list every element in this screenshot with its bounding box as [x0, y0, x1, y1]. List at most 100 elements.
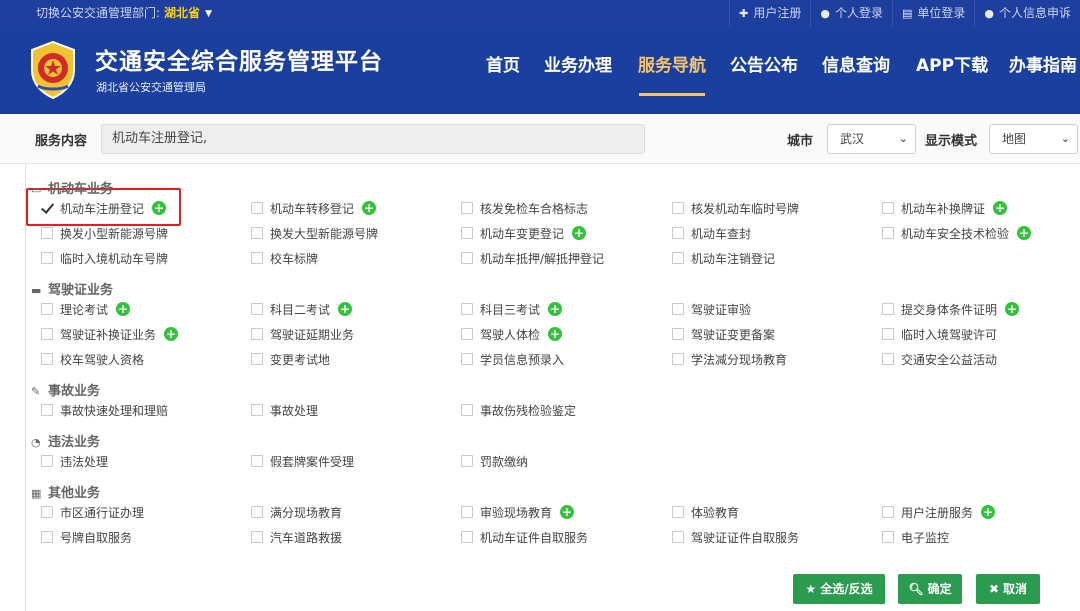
company-login-link[interactable]: ▤ 单位登录 — [891, 0, 974, 27]
checkbox[interactable] — [41, 531, 53, 543]
service-item[interactable]: 理论考试 + — [41, 300, 131, 318]
checkbox[interactable] — [251, 455, 263, 467]
checkbox[interactable] — [251, 506, 263, 518]
checkbox[interactable] — [672, 353, 684, 365]
confirm-button[interactable]: 🔍︎ 确定 — [898, 574, 962, 604]
service-item[interactable]: 汽车道路救援 — [251, 528, 342, 546]
add-circle-icon[interactable]: + — [338, 302, 353, 316]
service-item[interactable]: 机动车注册登记 + — [41, 199, 167, 217]
service-item[interactable]: 机动车补换牌证 + — [882, 199, 1008, 217]
checkbox-checked[interactable] — [41, 202, 53, 214]
caret-down-icon[interactable]: ▼ — [205, 9, 212, 19]
checkbox[interactable] — [41, 455, 53, 467]
add-circle-icon[interactable]: + — [164, 327, 179, 341]
checkbox[interactable] — [882, 202, 894, 214]
service-item[interactable]: 罚款缴纳 — [461, 452, 528, 470]
checkbox[interactable] — [41, 353, 53, 365]
city-select[interactable]: 武汉 ⌄ — [827, 124, 916, 154]
selected-province[interactable]: 湖北省 — [164, 6, 200, 20]
checkbox[interactable] — [251, 531, 263, 543]
checkbox[interactable] — [461, 252, 473, 264]
service-item[interactable]: 学法减分现场教育 — [672, 350, 787, 368]
service-item[interactable]: 驾驶人体检 + — [461, 325, 563, 343]
checkbox[interactable] — [41, 227, 53, 239]
service-item[interactable]: 机动车查封 — [672, 224, 751, 242]
checkbox[interactable] — [251, 328, 263, 340]
add-circle-icon[interactable]: + — [1017, 226, 1032, 240]
checkbox[interactable] — [251, 303, 263, 315]
nav-business[interactable]: 业务办理 — [544, 51, 612, 76]
checkbox[interactable] — [251, 202, 263, 214]
select-all-button[interactable]: ★ 全选/反选 — [793, 574, 885, 604]
checkbox[interactable] — [882, 227, 894, 239]
service-item[interactable]: 提交身体条件证明 + — [882, 300, 1020, 318]
checkbox[interactable] — [41, 328, 53, 340]
nav-app-download[interactable]: APP下载 — [916, 51, 988, 76]
checkbox[interactable] — [461, 353, 473, 365]
service-item[interactable]: 市区通行证办理 — [41, 503, 144, 521]
service-item[interactable]: 驾驶证审验 — [672, 300, 751, 318]
checkbox[interactable] — [461, 202, 473, 214]
checkbox[interactable] — [882, 353, 894, 365]
service-item[interactable]: 变更考试地 — [251, 350, 330, 368]
nav-announcements[interactable]: 公告公布 — [730, 51, 798, 76]
checkbox[interactable] — [41, 252, 53, 264]
checkbox[interactable] — [461, 303, 473, 315]
service-item[interactable]: 电子监控 — [882, 528, 949, 546]
nav-info-query[interactable]: 信息查询 — [822, 51, 890, 76]
service-item[interactable]: 机动车转移登记 + — [251, 199, 377, 217]
checkbox[interactable] — [461, 404, 473, 416]
service-item[interactable]: 假套牌案件受理 — [251, 452, 354, 470]
add-circle-icon[interactable]: + — [993, 201, 1008, 215]
service-item[interactable]: 换发大型新能源号牌 — [251, 224, 378, 242]
service-content-input[interactable]: 机动车注册登记, — [101, 124, 645, 154]
service-item[interactable]: 违法处理 — [41, 452, 108, 470]
service-item[interactable]: 核发机动车临时号牌 — [672, 199, 799, 217]
add-circle-icon[interactable]: + — [548, 327, 563, 341]
checkbox[interactable] — [461, 531, 473, 543]
add-circle-icon[interactable]: + — [572, 226, 587, 240]
checkbox[interactable] — [461, 227, 473, 239]
service-item[interactable]: 核发免检车合格标志 — [461, 199, 588, 217]
service-item[interactable]: 机动车抵押/解抵押登记 — [461, 249, 604, 267]
service-item[interactable]: 用户注册服务 + — [882, 503, 996, 521]
checkbox[interactable] — [41, 506, 53, 518]
service-item[interactable]: 体验教育 — [672, 503, 739, 521]
service-item[interactable]: 事故快速处理和理赔 — [41, 401, 168, 419]
service-item[interactable]: 临时入境驾驶许可 — [882, 325, 997, 343]
checkbox[interactable] — [672, 202, 684, 214]
checkbox[interactable] — [882, 506, 894, 518]
checkbox[interactable] — [461, 455, 473, 467]
service-item[interactable]: 交通安全公益活动 — [882, 350, 997, 368]
service-item[interactable]: 驾驶证变更备案 — [672, 325, 775, 343]
service-item[interactable]: 驾驶证证件自取服务 — [672, 528, 799, 546]
service-item[interactable]: 机动车证件自取服务 — [461, 528, 588, 546]
service-item[interactable]: 驾驶证延期业务 — [251, 325, 354, 343]
nav-home[interactable]: 首页 — [486, 51, 520, 76]
add-circle-icon[interactable]: + — [560, 505, 575, 519]
checkbox[interactable] — [251, 353, 263, 365]
nav-guide[interactable]: 办事指南 — [1009, 51, 1077, 76]
add-circle-icon[interactable]: + — [362, 201, 377, 215]
service-item[interactable]: 驾驶证补换证业务 + — [41, 325, 179, 343]
checkbox[interactable] — [41, 303, 53, 315]
checkbox[interactable] — [251, 404, 263, 416]
add-circle-icon[interactable]: + — [116, 302, 131, 316]
add-circle-icon[interactable]: + — [981, 505, 996, 519]
department-switcher[interactable]: 切换公安交通管理部门: 湖北省 ▼ — [36, 0, 212, 27]
checkbox[interactable] — [882, 531, 894, 543]
display-mode-select[interactable]: 地图 ⌄ — [989, 124, 1078, 154]
checkbox[interactable] — [882, 328, 894, 340]
checkbox[interactable] — [672, 506, 684, 518]
service-item[interactable]: 学员信息预录入 — [461, 350, 564, 368]
personal-login-link[interactable]: ● 个人登录 — [810, 0, 892, 27]
checkbox[interactable] — [672, 227, 684, 239]
checkbox[interactable] — [251, 252, 263, 264]
service-item[interactable]: 校车驾驶人资格 — [41, 350, 144, 368]
service-item[interactable]: 事故伤残检验鉴定 — [461, 401, 576, 419]
nav-service-guide[interactable]: 服务导航 — [638, 51, 706, 76]
service-item[interactable]: 科目三考试 + — [461, 300, 563, 318]
add-circle-icon[interactable]: + — [1005, 302, 1020, 316]
add-circle-icon[interactable]: + — [152, 201, 167, 215]
service-item[interactable]: 机动车注销登记 — [672, 249, 775, 267]
